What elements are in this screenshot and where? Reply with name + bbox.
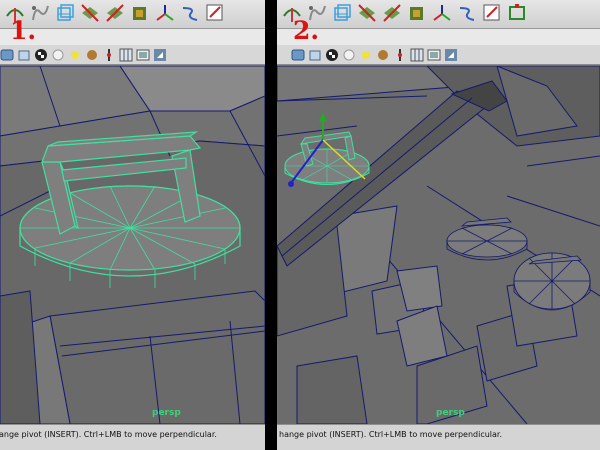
bend-deformer-icon[interactable] [179,2,201,24]
camera-2-icon[interactable] [308,48,322,62]
shaded-sphere-icon[interactable] [85,48,99,62]
light-icon[interactable] [359,48,373,62]
pencil-edit-icon[interactable] [481,2,503,24]
light-icon[interactable] [68,48,82,62]
move-axis-icon[interactable] [431,2,453,24]
share-icon[interactable] [444,48,458,62]
pivot-icon[interactable] [393,48,407,62]
camera-name-label: persp [152,408,181,418]
shelf-toolbar [0,0,265,29]
scene-wireframe [277,66,600,424]
sphere-icon[interactable] [51,48,65,62]
film-icon[interactable] [136,48,150,62]
shelf-tabs-strip [0,29,265,45]
sphere-icon[interactable] [342,48,356,62]
split-poly-2-icon[interactable] [381,2,403,24]
checker-icon[interactable] [34,48,48,62]
camera-name-label: persp [436,408,465,418]
shelf-toolbar [277,0,600,29]
texture-cube-icon[interactable] [129,2,151,24]
split-poly-2-icon[interactable] [104,2,126,24]
lattice-box-icon[interactable] [54,2,76,24]
help-line: hange pivot (INSERT). Ctrl+LMB to move p… [277,424,600,450]
bend-deformer-icon[interactable] [456,2,478,24]
move-axis-icon[interactable] [154,2,176,24]
perspective-viewport[interactable]: persp [0,66,265,424]
camera-2-icon[interactable] [17,48,31,62]
texture-cube-icon[interactable] [406,2,428,24]
panel-toolbar [0,45,265,65]
pivot-icon[interactable] [102,48,116,62]
split-poly-icon[interactable] [79,2,101,24]
camera-icon[interactable] [0,48,14,62]
frame-icon[interactable] [506,2,528,24]
panel-toolbar [277,45,600,65]
step-label: 1. [10,16,37,45]
scene-wireframe [0,66,265,424]
camera-icon[interactable] [291,48,305,62]
viewport-panel-2: 2. persp hange pivot (INSERT). Ctrl+LMB … [277,0,600,450]
viewport-panel-1: 1. persp ange pivot (INSERT). Ctrl+LMB t… [0,0,265,450]
help-line: ange pivot (INSERT). Ctrl+LMB to move pe… [0,424,265,450]
share-icon[interactable] [153,48,167,62]
grid-icon[interactable] [410,48,424,62]
film-icon[interactable] [427,48,441,62]
grid-icon[interactable] [119,48,133,62]
perspective-viewport[interactable]: persp [277,66,600,424]
shaded-sphere-icon[interactable] [376,48,390,62]
step-label: 2. [293,16,320,45]
shelf-tabs-strip [277,29,600,45]
panel-divider [265,0,277,450]
lattice-box-icon[interactable] [331,2,353,24]
pencil-edit-icon[interactable] [204,2,226,24]
checker-icon[interactable] [325,48,339,62]
split-poly-icon[interactable] [356,2,378,24]
